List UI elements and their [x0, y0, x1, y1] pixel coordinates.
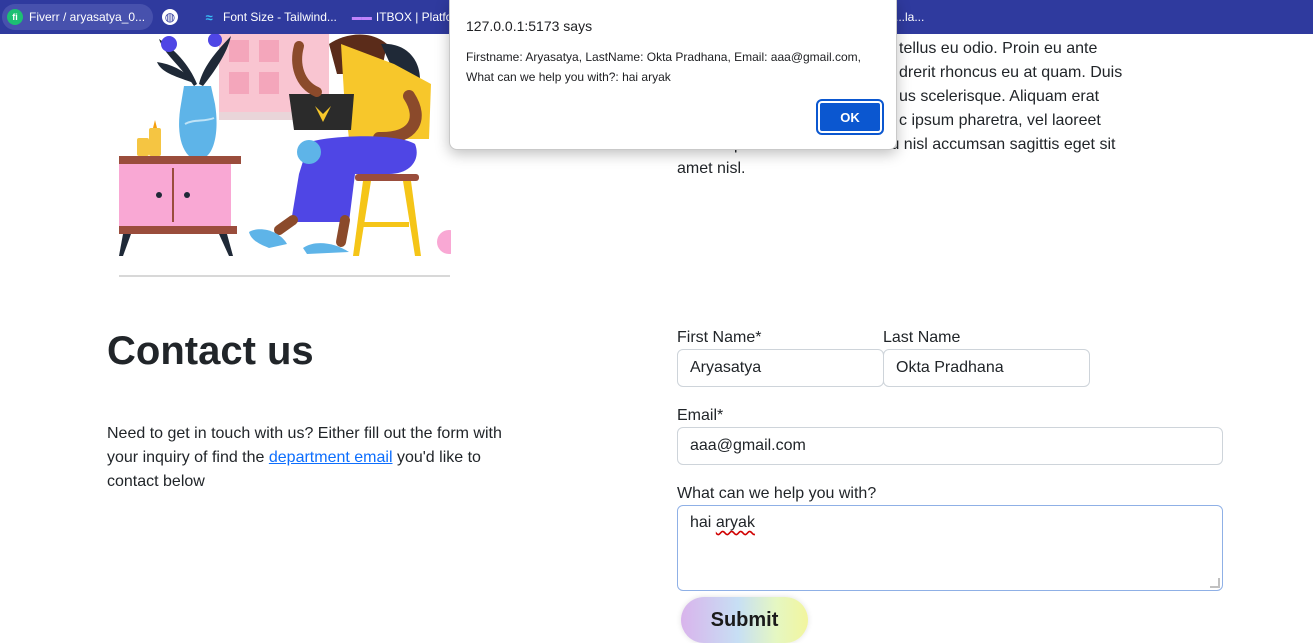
paragraph-line: amet nisl. [677, 160, 746, 177]
bookmark-label: Fiverr / aryasatya_0... [29, 10, 146, 24]
resize-handle-icon[interactable] [1210, 578, 1220, 588]
help-textarea[interactable]: hai aryak [677, 505, 1223, 591]
first-name-label: First Name* [677, 329, 762, 346]
email-input[interactable]: aaa@gmail.com [677, 427, 1223, 465]
globe-icon: ◍ [162, 9, 179, 25]
contact-description: Need to get in touch with us? Either fil… [107, 422, 527, 494]
bookmark-globe[interactable]: ◍ [157, 4, 192, 30]
email-value: aaa@gmail.com [690, 437, 806, 454]
itbox-icon: ▬▬ [351, 11, 372, 23]
dialog-title: 127.0.0.1:5173 says [466, 18, 593, 34]
bookmark-fiverr[interactable]: fi Fiverr / aryasatya_0... [2, 4, 154, 30]
first-name-input[interactable]: Aryasatya [677, 349, 884, 387]
email-label: Email* [677, 407, 724, 424]
bookmark-label: Font Size - Tailwind... [223, 10, 337, 24]
fiverr-icon: fi [7, 9, 23, 25]
alert-dialog: 127.0.0.1:5173 says Firstname: Aryasatya… [449, 0, 897, 150]
illustration-divider [119, 275, 450, 277]
tailwind-icon: ≈ [205, 9, 213, 25]
department-email-link[interactable]: department email [269, 449, 393, 466]
last-name-value: Okta Pradhana [896, 359, 1004, 376]
hero-illustration [119, 34, 451, 276]
last-name-input[interactable]: Okta Pradhana [883, 349, 1090, 387]
help-value-misspelled-word: aryak [715, 514, 755, 531]
help-value-word: hai [690, 514, 712, 531]
help-label: What can we help you with? [677, 485, 877, 502]
bookmark-tailwind[interactable]: ≈ Font Size - Tailwind... [196, 4, 345, 30]
bookmark-overflow[interactable]: ...la... [895, 0, 924, 34]
last-name-label: Last Name [883, 329, 961, 346]
woman-laptop-illustration [119, 34, 451, 256]
dialog-ok-button[interactable]: OK [816, 99, 884, 135]
dialog-message: Firstname: Aryasatya, LastName: Okta Pra… [466, 50, 862, 84]
submit-button[interactable]: Submit [681, 597, 808, 643]
first-name-value: Aryasatya [690, 359, 762, 376]
contact-title: Contact us [107, 329, 314, 373]
